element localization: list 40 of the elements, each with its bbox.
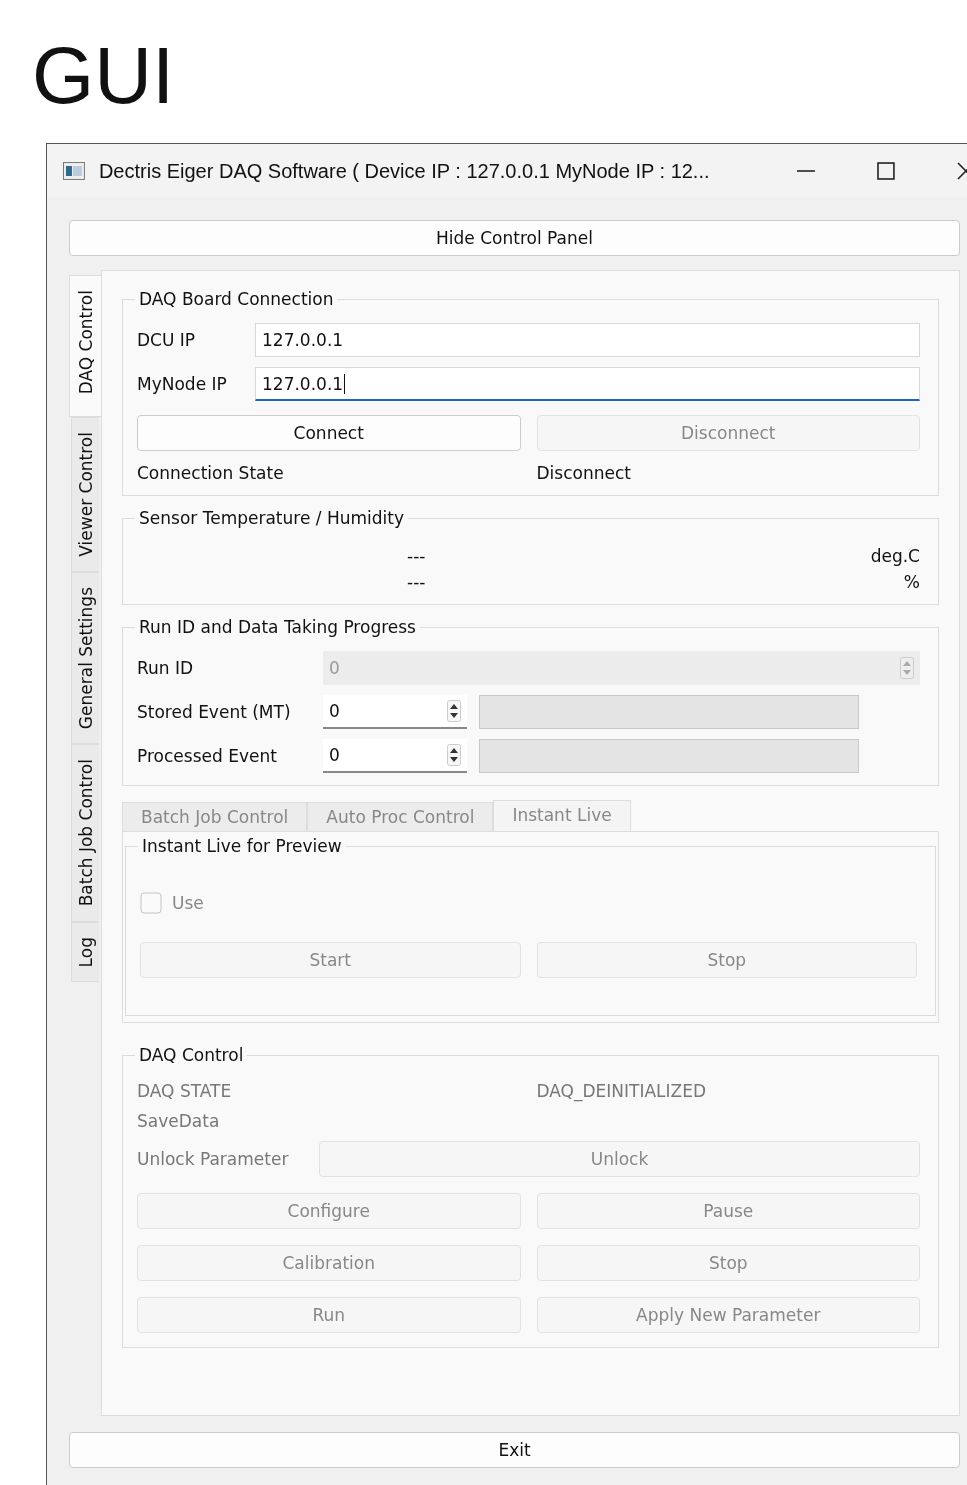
field-label: Stored Event (MT) bbox=[137, 702, 292, 722]
sensor-unit: deg.C bbox=[870, 546, 920, 566]
spin-box[interactable]: 0 bbox=[323, 695, 467, 729]
ip-input-field[interactable]: 127.0.0.1 bbox=[255, 323, 920, 357]
group-title: Run ID and Data Taking Progress bbox=[138, 617, 417, 637]
savedata-label: SaveData bbox=[137, 1111, 221, 1131]
side-tab[interactable]: General Settings bbox=[71, 572, 99, 745]
sub-tab[interactable]: Instant Live bbox=[493, 800, 631, 831]
unlock-label: Unlock Parameter bbox=[137, 1149, 290, 1169]
sub-tab[interactable]: Batch Job Control bbox=[122, 802, 308, 831]
maximize-icon[interactable] bbox=[876, 161, 897, 181]
group-title: Instant Live for Preview bbox=[141, 836, 343, 856]
field-label: MyNode IP bbox=[137, 374, 228, 394]
side-tab[interactable]: Viewer Control bbox=[71, 417, 99, 572]
app-icon bbox=[63, 162, 85, 180]
field-label: Processed Event bbox=[137, 746, 278, 766]
side-tab[interactable]: Batch Job Control bbox=[71, 744, 99, 922]
window-title: Dectris Eiger DAQ Software ( Device IP : 127.0.0.1 MyNode IP : 12... bbox=[98, 159, 711, 183]
sensor-value: --- bbox=[407, 572, 426, 592]
group-title: DAQ Control bbox=[138, 1045, 245, 1065]
exit-button[interactable]: Exit bbox=[69, 1432, 960, 1468]
field-label: Run ID bbox=[137, 658, 195, 678]
hide-panel-button[interactable]: Hide Control Panel bbox=[69, 220, 960, 256]
sensor-value: --- bbox=[407, 546, 426, 566]
connection-button[interactable]: Connect bbox=[137, 415, 521, 451]
state-label: DAQ STATE bbox=[137, 1081, 233, 1101]
sensor-unit: % bbox=[903, 572, 920, 592]
state-value: DAQ_DEINITIALIZED bbox=[536, 1081, 708, 1101]
checkbox-label: Use bbox=[172, 893, 204, 913]
page-heading: GUI bbox=[31, 30, 176, 107]
spin-box[interactable]: 0 bbox=[323, 739, 467, 773]
state-value: Disconnect bbox=[536, 463, 632, 483]
group-title: DAQ Board Connection bbox=[138, 289, 335, 309]
state-label: Connection State bbox=[137, 463, 285, 483]
field-label: DCU IP bbox=[137, 330, 197, 350]
group-title: Sensor Temperature / Humidity bbox=[138, 508, 405, 528]
sub-tab[interactable]: Auto Proc Control bbox=[307, 802, 494, 831]
side-tab[interactable]: DAQ Control bbox=[69, 275, 101, 418]
side-tab[interactable]: Log bbox=[71, 921, 99, 982]
ip-input-field[interactable]: 127.0.0.1 bbox=[255, 367, 920, 401]
